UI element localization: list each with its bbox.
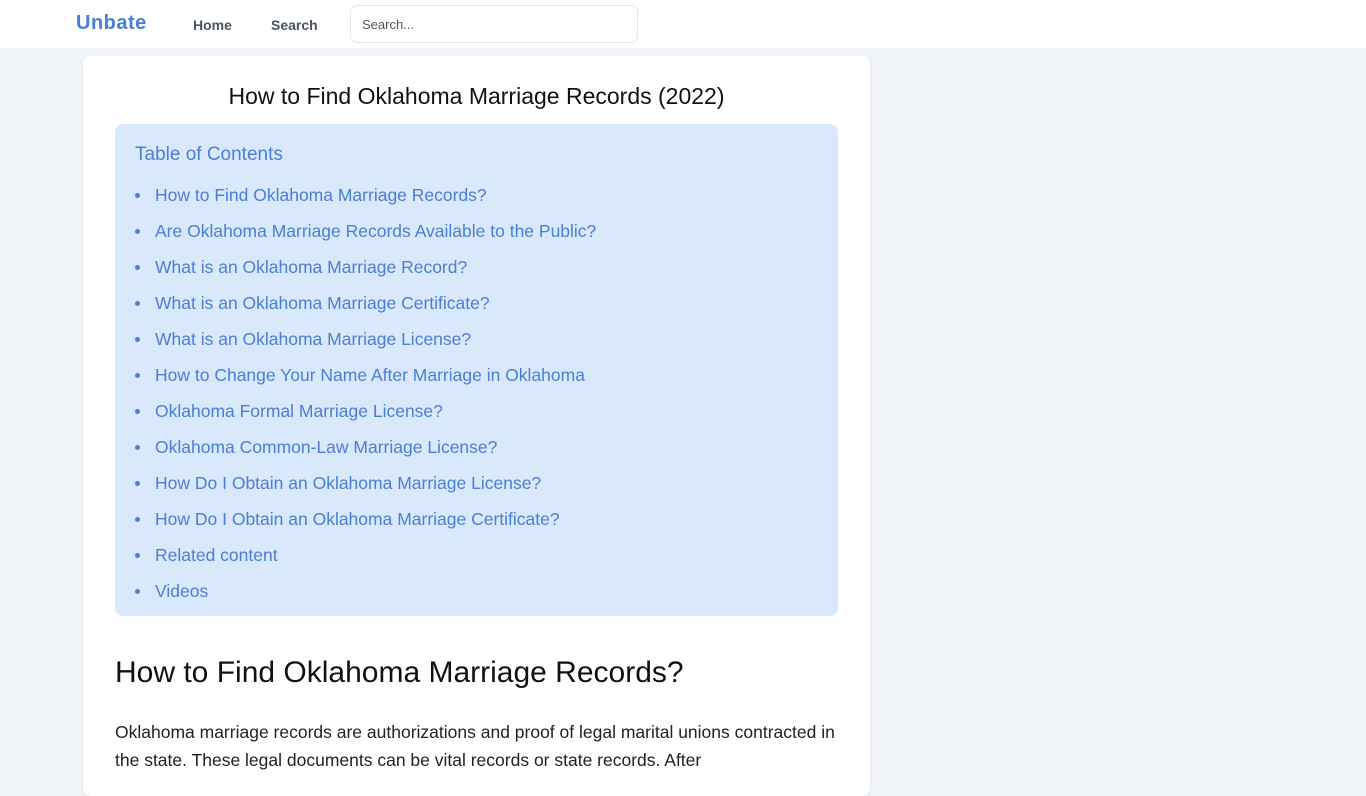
- toc-link[interactable]: How to Find Oklahoma Marriage Records?: [155, 185, 487, 206]
- top-navbar: Unbate Home Search: [0, 0, 1366, 48]
- search-input[interactable]: [350, 5, 638, 43]
- toc-item: How to Change Your Name After Marriage i…: [135, 357, 596, 393]
- bullet-icon: [135, 408, 140, 414]
- toc-item: How Do I Obtain an Oklahoma Marriage Lic…: [135, 465, 596, 501]
- toc-list: How to Find Oklahoma Marriage Records? A…: [135, 177, 596, 609]
- toc-item: What is an Oklahoma Marriage Certificate…: [135, 285, 596, 321]
- toc-heading: Table of Contents: [135, 144, 283, 165]
- bullet-icon: [135, 444, 140, 450]
- toc-item: How to Find Oklahoma Marriage Records?: [135, 177, 596, 213]
- bullet-icon: [135, 516, 140, 522]
- bullet-icon: [135, 192, 140, 198]
- toc-link[interactable]: How Do I Obtain an Oklahoma Marriage Lic…: [155, 473, 541, 494]
- bullet-icon: [135, 336, 140, 342]
- toc-link[interactable]: Oklahoma Formal Marriage License?: [155, 401, 443, 422]
- bullet-icon: [135, 228, 140, 234]
- brand-logo-link[interactable]: Unbate: [76, 12, 147, 35]
- nav-home-link[interactable]: Home: [193, 17, 232, 33]
- section-paragraph: Oklahoma marriage records are authorizat…: [115, 722, 835, 770]
- toc-link[interactable]: Videos: [155, 581, 208, 602]
- toc-item: Are Oklahoma Marriage Records Available …: [135, 213, 596, 249]
- toc-link[interactable]: How to Change Your Name After Marriage i…: [155, 365, 585, 386]
- toc-item: What is an Oklahoma Marriage License?: [135, 321, 596, 357]
- article-card: How to Find Oklahoma Marriage Records (2…: [83, 56, 870, 796]
- toc-link[interactable]: What is an Oklahoma Marriage License?: [155, 329, 471, 350]
- bullet-icon: [135, 480, 140, 486]
- page-title: How to Find Oklahoma Marriage Records (2…: [228, 83, 725, 109]
- section-heading: How to Find Oklahoma Marriage Records?: [115, 656, 684, 689]
- toc-link[interactable]: Oklahoma Common-Law Marriage License?: [155, 437, 497, 458]
- toc-item: What is an Oklahoma Marriage Record?: [135, 249, 596, 285]
- toc-item: Oklahoma Formal Marriage License?: [135, 393, 596, 429]
- toc-link[interactable]: Are Oklahoma Marriage Records Available …: [155, 221, 596, 242]
- toc-link[interactable]: Related content: [155, 545, 278, 566]
- toc-link[interactable]: What is an Oklahoma Marriage Certificate…: [155, 293, 490, 314]
- table-of-contents: Table of Contents How to Find Oklahoma M…: [115, 124, 838, 616]
- bullet-icon: [135, 588, 140, 594]
- bullet-icon: [135, 372, 140, 378]
- bullet-icon: [135, 552, 140, 558]
- toc-item: Oklahoma Common-Law Marriage License?: [135, 429, 596, 465]
- toc-item: Videos: [135, 573, 596, 609]
- toc-item: How Do I Obtain an Oklahoma Marriage Cer…: [135, 501, 596, 537]
- toc-link[interactable]: What is an Oklahoma Marriage Record?: [155, 257, 467, 278]
- bullet-icon: [135, 264, 140, 270]
- toc-link[interactable]: How Do I Obtain an Oklahoma Marriage Cer…: [155, 509, 560, 530]
- bullet-icon: [135, 300, 140, 306]
- nav-search-link[interactable]: Search: [271, 17, 318, 33]
- toc-item: Related content: [135, 537, 596, 573]
